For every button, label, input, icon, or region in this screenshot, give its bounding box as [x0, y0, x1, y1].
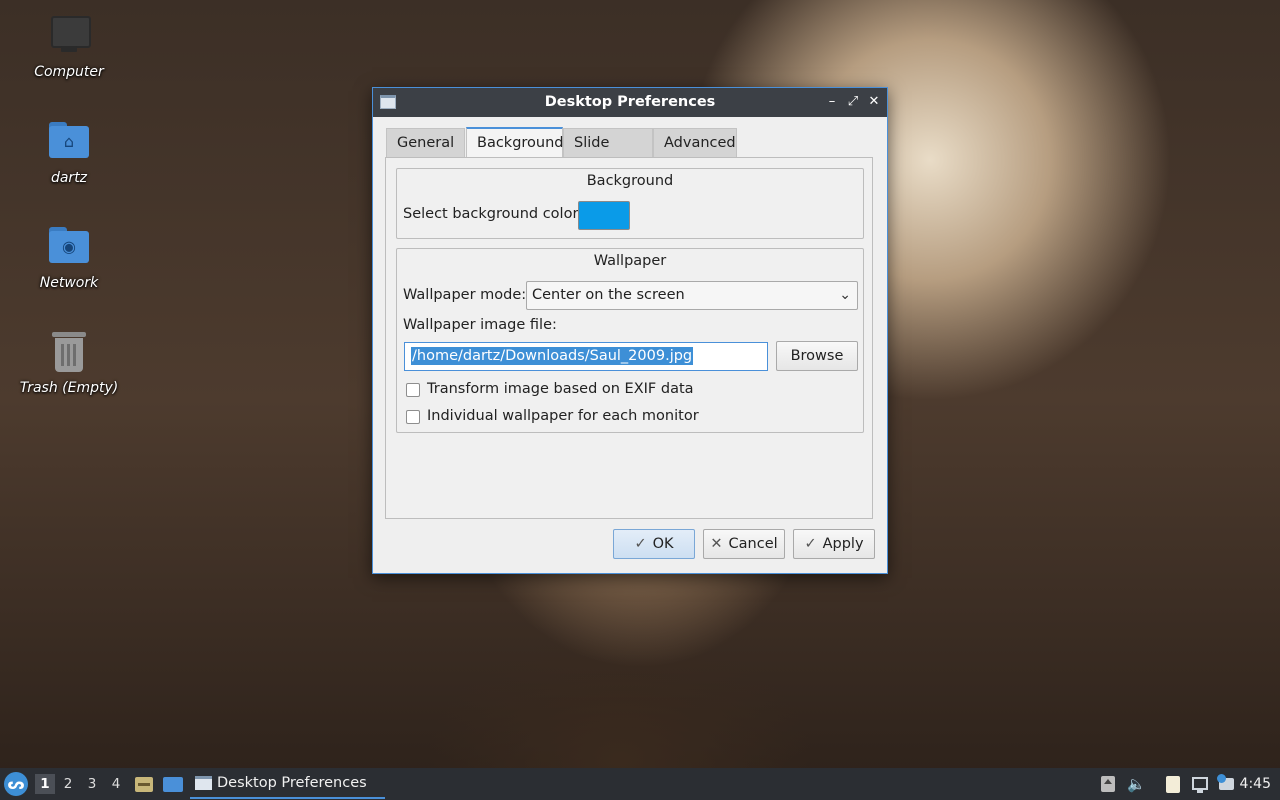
wallpaper-mode-select[interactable]: Center on the screen ⌄ — [526, 281, 858, 310]
background-tab-panel: Background Select background color: Wall… — [385, 157, 873, 519]
clock[interactable]: 4:45 — [1240, 768, 1271, 800]
desktop-icon-label: Trash (Empty) — [19, 380, 119, 396]
tab-general[interactable]: General — [386, 128, 465, 157]
desktop-icon-computer[interactable]: Computer — [14, 14, 124, 80]
per-monitor-label[interactable]: Individual wallpaper for each monitor — [427, 408, 699, 424]
task-label: Desktop Preferences — [217, 775, 367, 791]
chevron-down-icon: ⌄ — [839, 287, 851, 303]
tab-background[interactable]: Background — [466, 127, 564, 158]
notification-icon[interactable] — [1217, 774, 1235, 793]
exif-label[interactable]: Transform image based on EXIF data — [427, 381, 694, 397]
cancel-button[interactable]: ✕ Cancel — [703, 529, 785, 559]
background-group: Background Select background color: — [396, 168, 864, 239]
cancel-label: Cancel — [728, 536, 778, 552]
exif-checkbox[interactable] — [406, 383, 420, 397]
desktop-icon-label: dartz — [50, 170, 88, 186]
desktop-icon-network[interactable]: ◉ Network — [14, 225, 124, 291]
eject-icon[interactable] — [1099, 775, 1117, 793]
workspace-4[interactable]: 4 — [106, 774, 126, 794]
network-icon[interactable] — [1191, 775, 1209, 793]
background-group-title: Background — [586, 173, 674, 189]
background-color-button[interactable] — [578, 201, 630, 230]
apply-button[interactable]: ✓ Apply — [793, 529, 875, 559]
tab-advanced[interactable]: Advanced — [653, 128, 737, 157]
task-desktop-preferences[interactable]: Desktop Preferences — [190, 769, 385, 799]
computer-icon — [47, 14, 91, 58]
file-manager-icon[interactable] — [134, 774, 154, 794]
check-icon: ✓ — [634, 536, 647, 552]
wallpaper-file-label: Wallpaper image file: — [403, 317, 557, 333]
ok-label: OK — [652, 536, 674, 552]
close-icon: ✕ — [710, 536, 723, 552]
window-icon — [195, 776, 212, 790]
desktop-icon-home-folder[interactable]: ⌂ dartz — [14, 120, 124, 186]
apply-label: Apply — [822, 536, 864, 552]
ok-button[interactable]: ✓ OK — [613, 529, 695, 559]
workspace-2[interactable]: 2 — [58, 774, 78, 794]
start-menu-icon[interactable]: ᔕ — [4, 772, 28, 796]
wallpaper-file-input[interactable]: /home/dartz/Downloads/Saul_2009.jpg — [404, 342, 768, 371]
workspace-3[interactable]: 3 — [82, 774, 102, 794]
show-desktop-icon[interactable] — [163, 774, 183, 794]
desktop-icon-label: Computer — [34, 64, 104, 80]
desktop-icon-label: Network — [39, 275, 99, 291]
dialog-title: Desktop Preferences — [544, 94, 716, 110]
minimize-icon[interactable]: – — [823, 93, 841, 111]
dialog-titlebar[interactable]: Desktop Preferences – ⤢ ✕ — [373, 88, 887, 117]
wallpaper-group-title: Wallpaper — [593, 253, 667, 269]
browse-button[interactable]: Browse — [776, 341, 858, 371]
volume-icon[interactable]: 🔈 — [1127, 775, 1146, 793]
trash-icon — [47, 330, 91, 374]
home-folder-icon: ⌂ — [47, 120, 91, 164]
wallpaper-mode-label: Wallpaper mode: — [403, 287, 527, 303]
desktop-preferences-dialog: Desktop Preferences – ⤢ ✕ General Backgr… — [372, 87, 888, 574]
network-folder-icon: ◉ — [47, 225, 91, 269]
clipboard-icon[interactable] — [1164, 775, 1182, 793]
wallpaper-file-value: /home/dartz/Downloads/Saul_2009.jpg — [411, 347, 694, 365]
tab-slide-show[interactable]: Slide Show — [563, 128, 653, 179]
close-icon[interactable]: ✕ — [865, 93, 883, 111]
per-monitor-checkbox[interactable] — [406, 410, 420, 424]
workspace-1[interactable]: 1 — [35, 774, 55, 794]
wallpaper-group: Wallpaper Wallpaper mode: Center on the … — [396, 248, 864, 433]
wallpaper-mode-value: Center on the screen — [532, 287, 685, 303]
taskbar: ᔕ 1 2 3 4 Desktop Preferences 🔈 4:45 — [0, 768, 1280, 800]
maximize-icon[interactable]: ⤢ — [844, 93, 862, 111]
check-icon: ✓ — [804, 536, 817, 552]
desktop-icon-trash[interactable]: Trash (Empty) — [14, 330, 124, 396]
background-color-label: Select background color: — [403, 206, 584, 222]
